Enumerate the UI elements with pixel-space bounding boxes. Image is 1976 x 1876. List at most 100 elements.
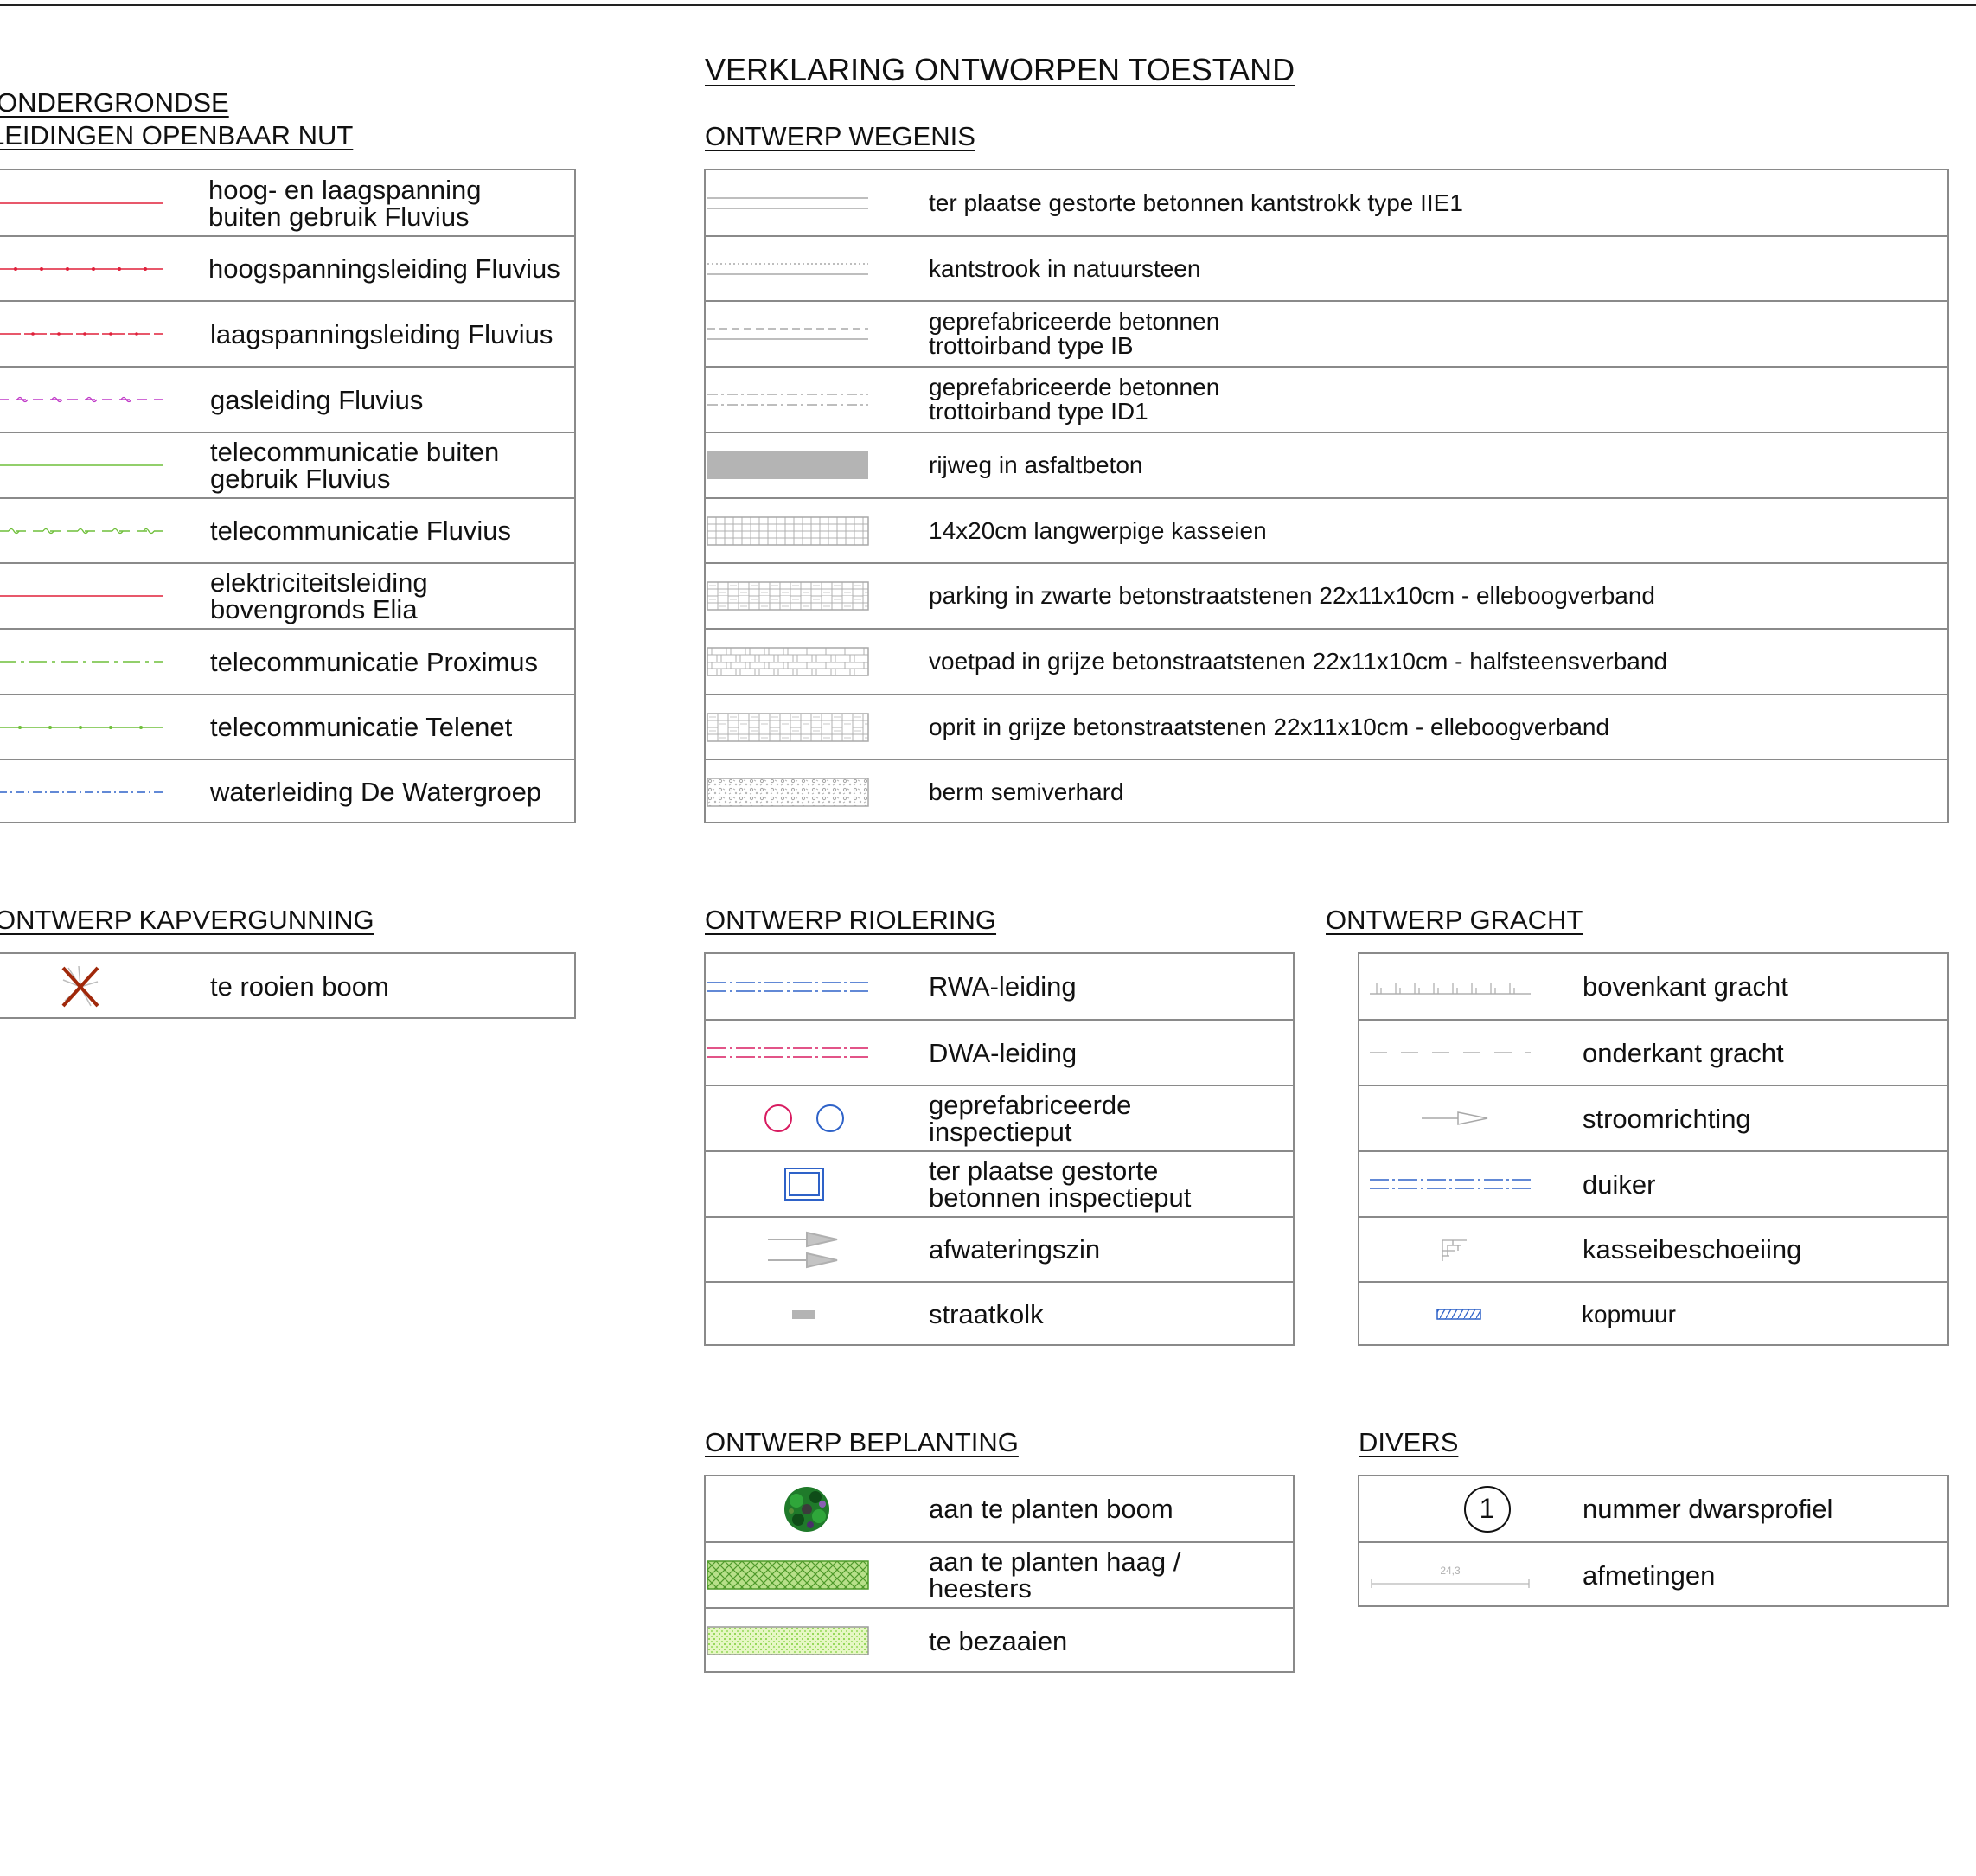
ondergronds-row: hoogspanningsleiding Fluvius [0, 235, 574, 300]
riolering-row: geprefabriceerde inspectieput [706, 1085, 1293, 1150]
row-label: afwateringszin [929, 1234, 1101, 1265]
row-label: berm semiverhard [929, 778, 1124, 805]
row-label: rijweg in asfaltbeton [929, 451, 1143, 478]
riolering-row: DWA-leiding [706, 1019, 1293, 1085]
section-number-icon: 1 [1359, 1476, 1524, 1541]
ondergronds-row: telecommunicatie Telenet [0, 694, 574, 759]
ondergronds-row: hoog- en laagspanning buiten gebruik Flu… [0, 170, 574, 235]
magenta-gas-line-icon [0, 368, 163, 432]
row-label: kantstrook in natuursteen [929, 254, 1201, 282]
row-label: telecommunicatie Fluvius [210, 515, 512, 546]
dotted-double-line-icon [706, 237, 870, 300]
dashdot-double-line-icon [706, 368, 870, 432]
beplanting-title: ONTWERP BEPLANTING [705, 1427, 1019, 1457]
row-label: te rooien boom [210, 971, 389, 1002]
wegenis-title: ONTWERP WEGENIS [705, 121, 975, 151]
row-label: voetpad in grijze betonstraatstenen 22x1… [929, 648, 1668, 675]
herringbone-hatch-icon [706, 564, 870, 628]
thin-green-line-icon [0, 433, 163, 497]
gracht-row: bovenkant gracht [1359, 954, 1947, 1019]
row-label: ter plaatse gestorte betonnen kantstrokk… [929, 189, 1463, 216]
tree-cross-icon [0, 954, 163, 1019]
row-label: kopmuur [1582, 1300, 1676, 1328]
hedge-hatch-icon [706, 1543, 870, 1607]
row-label: bovenkant gracht [1583, 971, 1788, 1002]
cobble-revetment-icon [1368, 1218, 1532, 1281]
two-circles-icon [706, 1086, 870, 1150]
ondergronds-title-1: ONDERGRONDSE [0, 87, 229, 118]
ondergronds-row: telecommunicatie buiten gebruik Fluvius [0, 432, 574, 497]
beplanting-row: aan te planten boom [706, 1476, 1293, 1541]
row-label: onderkant gracht [1583, 1037, 1784, 1068]
row-label: telecommunicatie Telenet [210, 712, 513, 742]
gravel-hatch-icon [706, 760, 870, 823]
double-line-icon [706, 170, 870, 235]
green-dashed-line-icon [0, 630, 163, 694]
row-label: hoog- en laagspanning buiten gebruik Flu… [208, 174, 482, 232]
divers-title: DIVERS [1359, 1427, 1459, 1457]
ondergronds-row: elektriciteitsleiding bovengronds Elia [0, 562, 574, 628]
divers-row: 24,3 afmetingen [1359, 1541, 1947, 1607]
ondergronds-title-2: LEIDINGEN OPENBAAR NUT [0, 120, 354, 150]
red-double-dashdot-icon [706, 1021, 870, 1085]
row-label: kasseibeschoeiing [1583, 1234, 1802, 1265]
ditch-bottom-dashes-icon [1368, 1021, 1532, 1085]
ditch-top-line-icon [1368, 954, 1532, 1019]
ondergronds-row: gasleiding Fluvius [0, 366, 574, 432]
row-label: aan te planten boom [929, 1494, 1173, 1524]
beplanting-row: aan te planten haag / heesters [706, 1541, 1293, 1607]
row-label: telecommunicatie Proximus [210, 646, 539, 677]
blue-double-dashdot-icon [706, 954, 870, 1019]
cobble-grid-icon [706, 499, 870, 562]
riolering-row: afwateringszin [706, 1216, 1293, 1281]
top-border [0, 4, 1976, 6]
dashed-double-line-icon [706, 302, 870, 366]
dimension-symbol: 24,3 [1370, 1558, 1531, 1592]
ondergronds-row: telecommunicatie Fluvius [0, 497, 574, 562]
riolering-title: ONTWERP RIOLERING [705, 905, 997, 935]
gracht-title: ONTWERP GRACHT [1326, 905, 1583, 935]
kap-title: ONTWERP KAPVERGUNNING [0, 905, 374, 935]
row-label: gasleiding Fluvius [210, 384, 424, 415]
row-label: geprefabriceerde betonnen trottoirband t… [929, 308, 1220, 359]
blue-double-dashdot-icon [1368, 1152, 1532, 1216]
row-label: telecommunicatie buiten gebruik Fluvius [210, 437, 500, 494]
wegenis-row: oprit in grijze betonstraatstenen 22x11x… [706, 694, 1947, 759]
halfsteens-hatch-icon [706, 630, 870, 694]
row-label: hoogspanningsleiding Fluvius [208, 253, 560, 284]
beplanting-row: te bezaaien [706, 1607, 1293, 1673]
row-label: nummer dwarsprofiel [1583, 1494, 1833, 1524]
row-label: duiker [1583, 1168, 1656, 1200]
row-label: laagspanningsleiding Fluvius [210, 318, 553, 349]
blue-dash-dot-line-icon [0, 760, 163, 823]
thin-red-line-icon [0, 170, 163, 235]
wegenis-row: geprefabriceerde betonnen trottoirband t… [706, 366, 1947, 432]
ondergronds-row: laagspanningsleiding Fluvius [0, 300, 574, 366]
wegenis-row: ter plaatse gestorte betonnen kantstrokk… [706, 170, 1947, 235]
wegenis-row: geprefabriceerde betonnen trottoirband t… [706, 300, 1947, 366]
wegenis-table: ter plaatse gestorte betonnen kantstrokk… [704, 169, 1949, 823]
row-label: te bezaaien [929, 1625, 1068, 1656]
row-label: elektriciteitsleiding bovengronds Elia [210, 567, 428, 624]
herringbone-hatch-icon [706, 695, 870, 759]
square-manhole-icon [706, 1152, 870, 1216]
row-label: oprit in grijze betonstraatstenen 22x11x… [929, 713, 1610, 740]
row-label: ter plaatse gestorte betonnen inspectiep… [929, 1156, 1192, 1213]
flow-arrow-icon [1368, 1086, 1532, 1150]
row-label: geprefabriceerde betonnen trottoirband t… [929, 374, 1220, 425]
gracht-row: kasseibeschoeiing [1359, 1216, 1947, 1281]
seed-hatch-icon [706, 1609, 870, 1673]
gracht-row: kopmuur [1359, 1281, 1947, 1346]
row-label: DWA-leiding [929, 1037, 1078, 1068]
thin-red-line-icon [0, 564, 163, 628]
row-label: stroomrichting [1583, 1103, 1751, 1134]
ondergronds-row: waterleiding De Watergroep [0, 759, 574, 823]
dimension-icon: 24,3 [1368, 1543, 1532, 1607]
row-label: aan te planten haag / heesters [929, 1546, 1181, 1604]
gracht-row: stroomrichting [1359, 1085, 1947, 1150]
kap-table: te rooien boom [0, 952, 576, 1019]
wegenis-row: voetpad in grijze betonstraatstenen 22x1… [706, 628, 1947, 694]
ondergronds-table: hoog- en laagspanning buiten gebruik Flu… [0, 169, 576, 823]
gully-icon [706, 1283, 870, 1346]
row-label: waterleiding De Watergroep [210, 777, 542, 807]
